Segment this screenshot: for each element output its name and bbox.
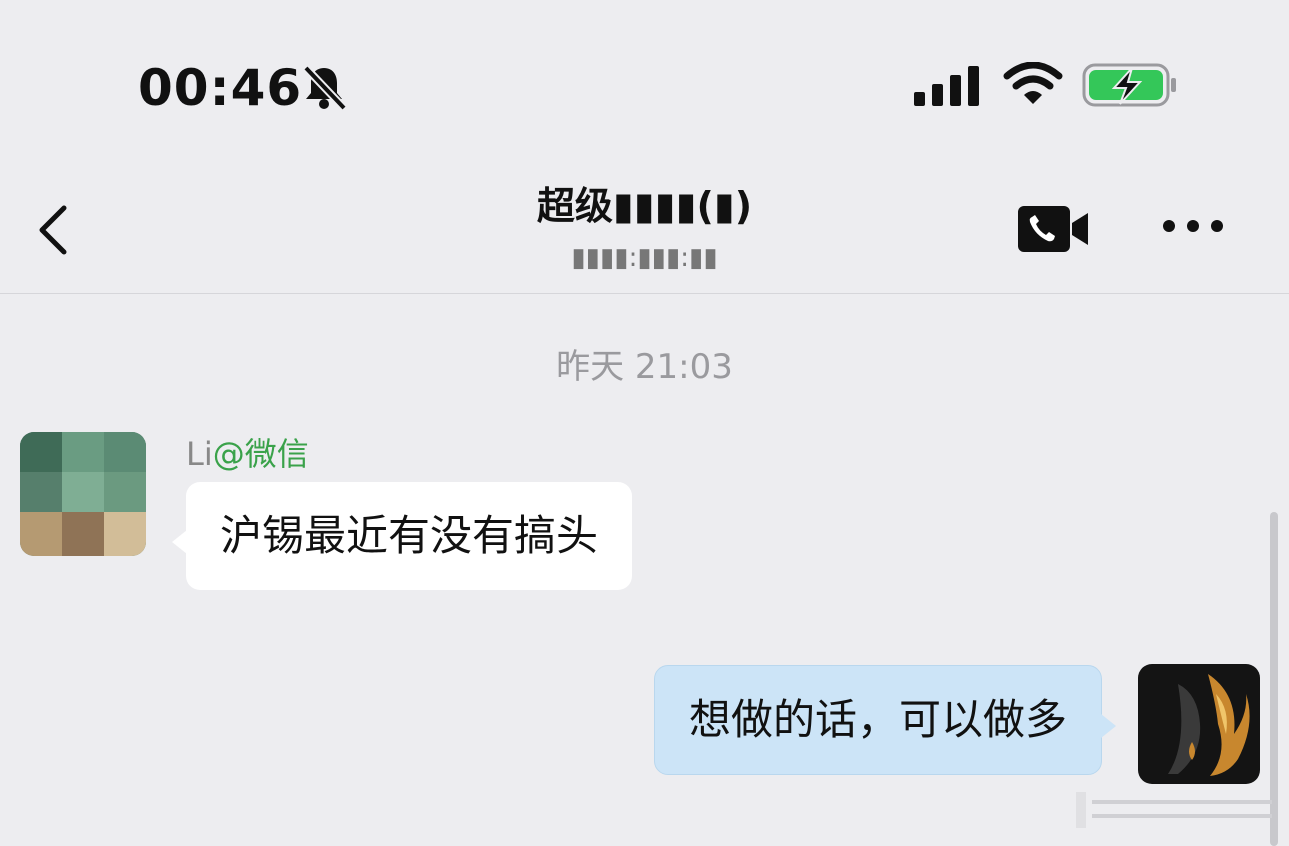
chat-subtitle: ▮▮▮▮:▮▮▮:▮▮: [571, 243, 718, 273]
video-call-icon[interactable]: [1018, 206, 1090, 252]
status-bar: 00:46: [0, 0, 1289, 150]
message-bubble-outgoing[interactable]: 想做的话，可以做多: [653, 665, 1117, 775]
wifi-icon: [1003, 62, 1063, 104]
chat-title[interactable]: 超级▮▮▮▮(▮): [440, 182, 849, 230]
more-dots-icon[interactable]: [1160, 216, 1226, 236]
sender-tag: @微信: [212, 435, 309, 473]
cellular-signal-icon: [914, 66, 979, 106]
sender-avatar[interactable]: [20, 432, 146, 556]
sender-name: Li@微信: [186, 434, 309, 474]
input-area-hint: [1076, 792, 1272, 828]
message-bubble-incoming[interactable]: 沪锡最近有没有搞头: [171, 482, 633, 590]
bell-muted-icon: [303, 65, 347, 111]
sender-display-name: Li: [186, 435, 213, 473]
message-timestamp: 昨天 21:03: [556, 347, 733, 387]
chevron-left-icon[interactable]: [34, 202, 74, 258]
status-time: 00:46: [138, 59, 303, 117]
chat-header: 超级▮▮▮▮(▮) ▮▮▮▮:▮▮▮:▮▮: [0, 150, 1289, 294]
user-avatar[interactable]: [1138, 664, 1260, 784]
battery-charging-icon: [1082, 63, 1176, 107]
